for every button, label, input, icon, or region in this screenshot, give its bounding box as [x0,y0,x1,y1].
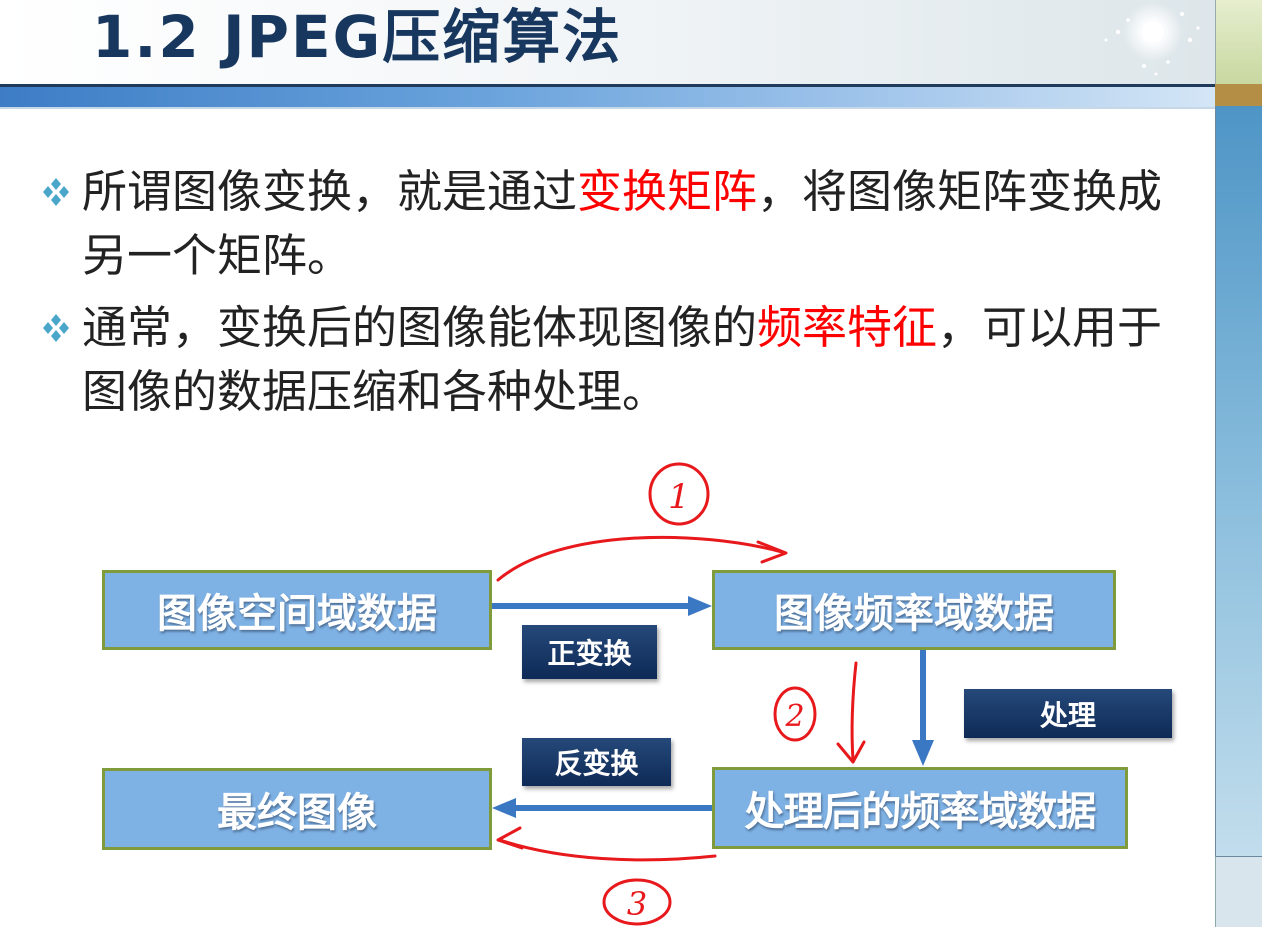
handwritten-number-1: 1 [648,462,710,526]
side-strip [1215,106,1262,856]
bullet-text: 所谓图像变换，就是通过变换矩阵，将图像矩阵变换成另一个矩阵。 [82,160,1192,288]
inverse-transform-label: 反变换 [522,738,671,786]
highlight-term: 频率特征 [757,301,938,354]
handwritten-arrowhead-3 [496,826,524,850]
bullet-point: 通常，变换后的图像能体现图像的频率特征，可以用于图像的数据压缩和各种处理。 [36,296,1196,428]
header-gradient-bar [0,87,1215,107]
highlight-term: 变换矩阵 [577,165,758,218]
spatial-domain-box: 图像空间域数据 [102,570,492,650]
process-arrow [912,650,934,766]
slide-title: 1.2 JPEG压缩算法 [92,3,623,71]
side-strip-bottom [1215,856,1262,927]
bullet-point: 所谓图像变换，就是通过变换矩阵，将图像矩阵变换成另一个矩阵。 [36,160,1196,292]
handwritten-number-2: 2 [773,686,817,742]
svg-text:1: 1 [668,477,690,517]
header-bar-underline [0,107,1215,109]
forward-arrow [492,596,712,616]
bullet-text-start: 通常，变换后的图像能体现图像的 [82,301,758,354]
forward-transform-label: 正变换 [522,625,657,679]
side-strip-accent [1215,84,1262,106]
slide-header: 1.2 JPEG压缩算法 [0,0,1215,84]
inverse-arrow [492,798,712,818]
final-image-box: 最终图像 [102,768,492,850]
sparkle-decoration [1104,2,1200,76]
svg-text:3: 3 [627,885,647,923]
frequency-domain-box: 图像频率域数据 [712,570,1116,650]
bullet-text: 通常，变换后的图像能体现图像的频率特征，可以用于图像的数据压缩和各种处理。 [82,296,1192,424]
diamond-bullet-icon [43,178,69,206]
bullet-text-start: 所谓图像变换，就是通过 [82,165,578,218]
handwritten-arrowhead-1 [756,540,788,564]
handwritten-number-3: 3 [602,878,672,926]
handwritten-arc-3 [498,838,717,862]
process-label: 处理 [964,689,1172,738]
handwritten-arrowhead-2 [836,740,866,764]
svg-text:2: 2 [784,699,804,734]
diamond-bullet-icon [43,314,69,342]
handwritten-arrow-2 [850,661,858,762]
side-strip-top [1215,0,1262,84]
processed-frequency-box: 处理后的频率域数据 [712,767,1128,849]
